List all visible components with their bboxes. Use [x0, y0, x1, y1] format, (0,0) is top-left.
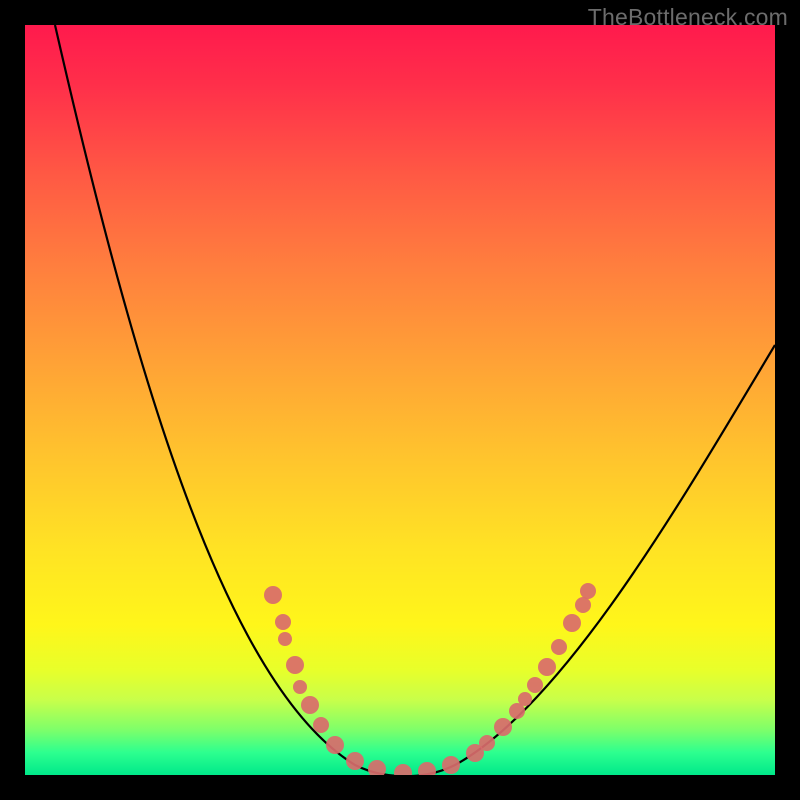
bottleneck-curve	[55, 25, 775, 775]
data-point	[394, 764, 412, 775]
data-point	[580, 583, 596, 599]
data-point	[527, 677, 543, 693]
data-point	[264, 586, 282, 604]
data-point	[278, 632, 292, 646]
data-point	[346, 752, 364, 770]
data-point	[293, 680, 307, 694]
data-point	[538, 658, 556, 676]
data-points-left	[264, 586, 460, 775]
data-points-right	[466, 583, 596, 762]
data-point	[368, 760, 386, 775]
watermark-text: TheBottleneck.com	[588, 4, 788, 31]
data-point	[418, 762, 436, 775]
data-point	[479, 735, 495, 751]
chart-svg	[25, 25, 775, 775]
data-point	[575, 597, 591, 613]
chart-plot-area	[25, 25, 775, 775]
data-point	[326, 736, 344, 754]
data-point	[286, 656, 304, 674]
data-point	[494, 718, 512, 736]
data-point	[301, 696, 319, 714]
data-point	[518, 692, 532, 706]
data-point	[442, 756, 460, 774]
data-point	[563, 614, 581, 632]
data-point	[551, 639, 567, 655]
data-point	[275, 614, 291, 630]
data-point	[313, 717, 329, 733]
